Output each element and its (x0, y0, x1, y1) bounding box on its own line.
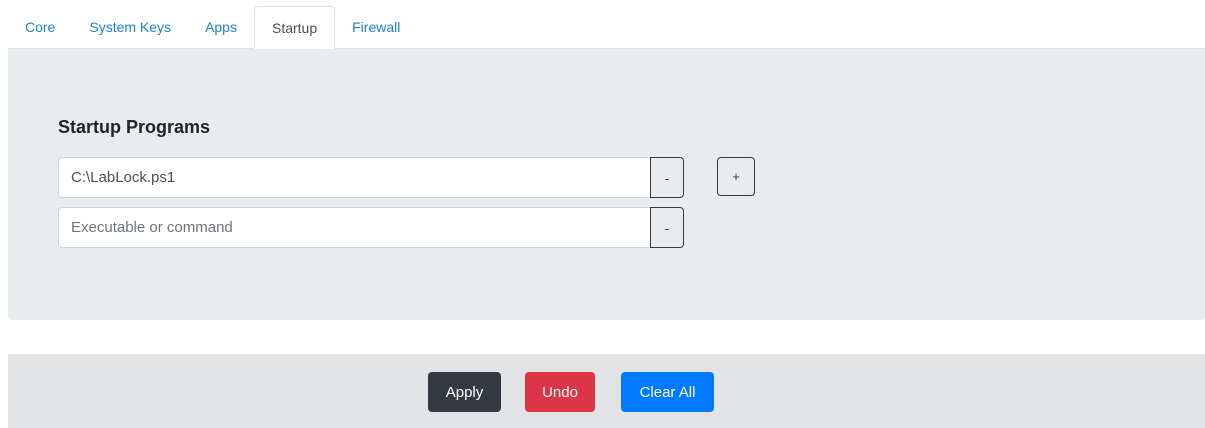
remove-row-button[interactable]: - (650, 207, 684, 248)
tab-apps[interactable]: Apps (188, 6, 254, 48)
clear-all-button[interactable]: Clear All (621, 372, 714, 412)
remove-row-button[interactable]: - (650, 157, 684, 198)
startup-program-input[interactable] (58, 207, 651, 248)
section-title: Startup Programs (58, 117, 211, 137)
action-footer: Apply Undo Clear All (8, 354, 1205, 428)
tab-system-keys[interactable]: System Keys (72, 6, 188, 48)
tab-bar: Core System Keys Apps Startup Firewall (8, 6, 1205, 49)
apply-button[interactable]: Apply (428, 372, 501, 412)
startup-row: - (58, 207, 684, 248)
tab-firewall[interactable]: Firewall (335, 6, 417, 48)
startup-panel: Startup Programs - + - (8, 49, 1205, 320)
add-row-button[interactable]: + (717, 157, 755, 196)
undo-button[interactable]: Undo (525, 372, 595, 412)
startup-program-input[interactable] (58, 157, 651, 198)
tab-startup[interactable]: Startup (253, 6, 336, 49)
tab-core[interactable]: Core (8, 6, 72, 48)
app-root: Core System Keys Apps Startup Firewall S… (0, 0, 1205, 428)
startup-row: - (58, 157, 684, 198)
